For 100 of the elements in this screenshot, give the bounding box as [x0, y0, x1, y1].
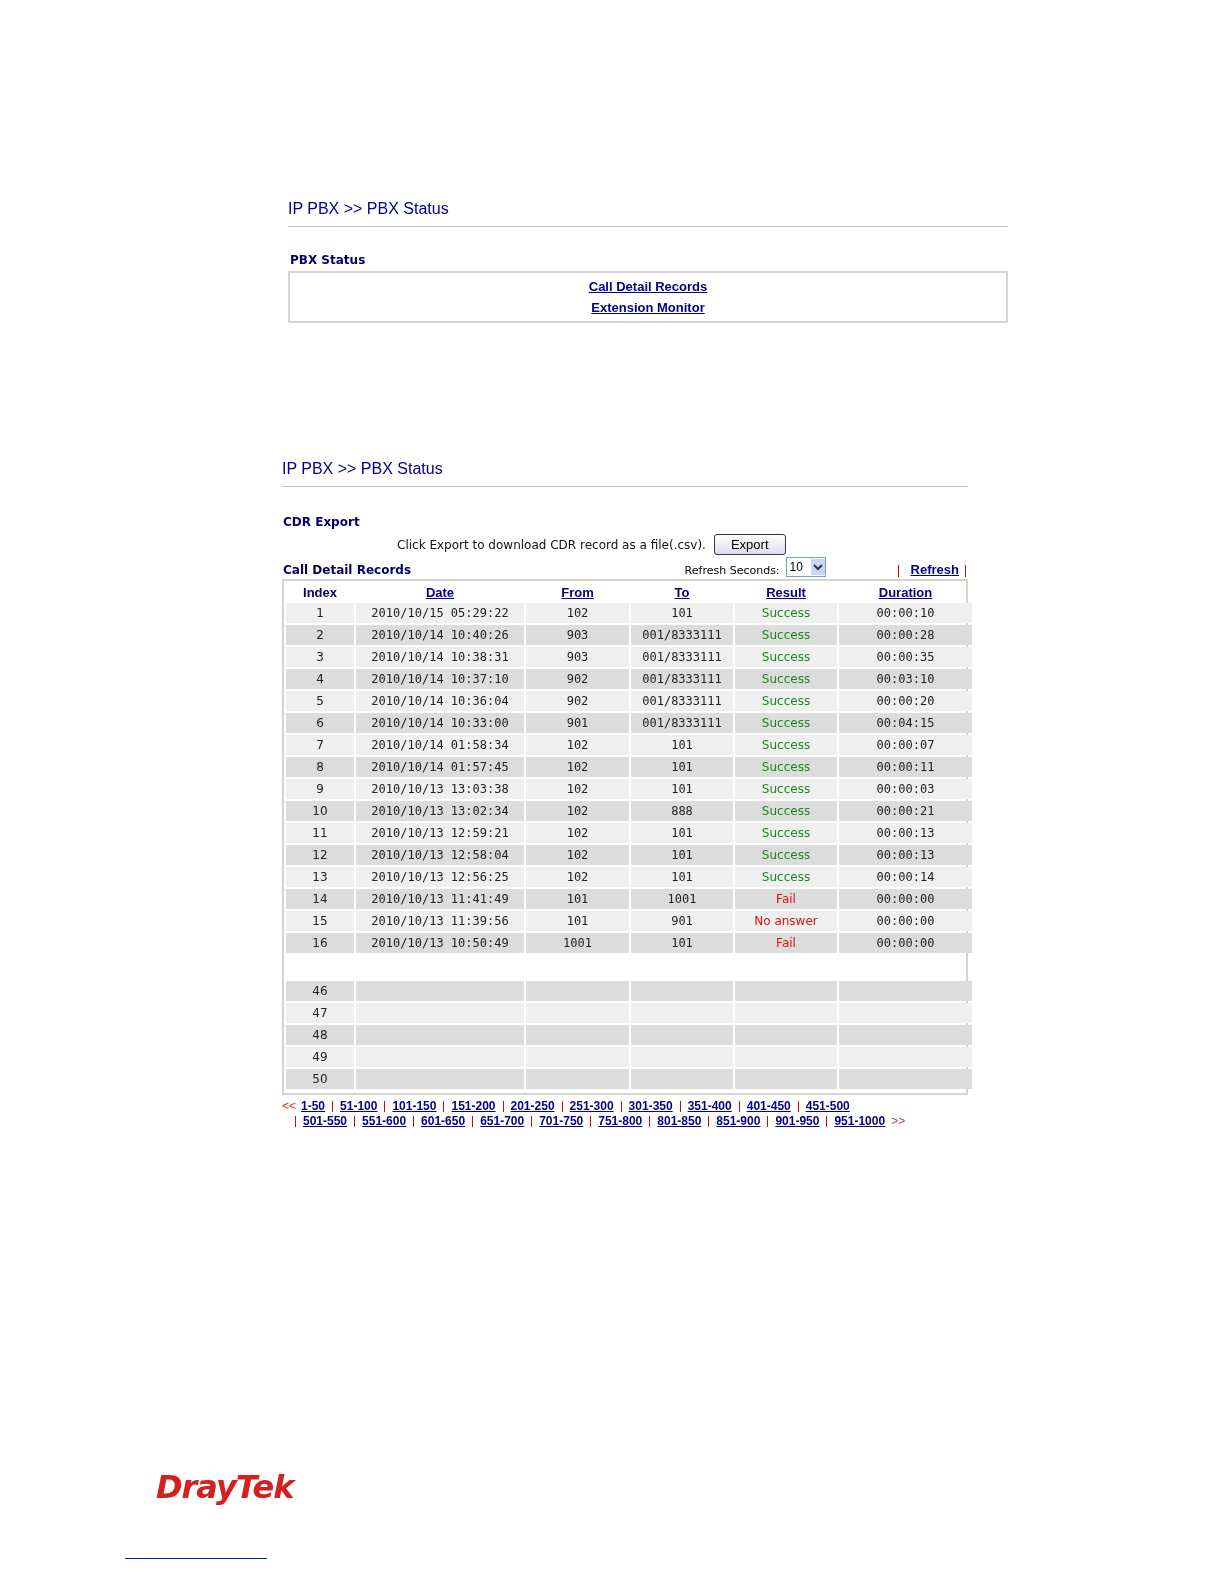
- index-cell: 2: [286, 625, 354, 645]
- page-link[interactable]: 551-600: [362, 1114, 407, 1129]
- index-cell: 47: [286, 1003, 354, 1023]
- to-cell: 101: [631, 823, 733, 843]
- index-cell: 16: [286, 933, 354, 953]
- result-cell: Success: [735, 757, 837, 777]
- page-link[interactable]: 101-150: [392, 1099, 437, 1114]
- page-link[interactable]: 801-850: [657, 1114, 702, 1129]
- page-link[interactable]: 951-1000: [834, 1114, 886, 1129]
- page-link[interactable]: 1-50: [301, 1099, 326, 1114]
- result-cell: Success: [735, 647, 837, 667]
- refresh-link[interactable]: Refresh: [910, 562, 959, 577]
- index-cell: 12: [286, 845, 354, 865]
- section-title: CDR Export: [283, 515, 361, 529]
- date-cell: 2010/10/13 12:58:04: [356, 845, 524, 865]
- index-cell: 7: [286, 735, 354, 755]
- result-cell: Success: [735, 713, 837, 733]
- duration-cell: 00:00:35: [839, 647, 972, 667]
- index-cell: 11: [286, 823, 354, 843]
- date-cell: 2010/10/14 01:58:34: [356, 735, 524, 755]
- page-link[interactable]: 401-450: [746, 1099, 791, 1114]
- page-title: IP PBX >> PBX Status: [282, 460, 968, 487]
- previous-link[interactable]: <<: [282, 1099, 296, 1114]
- page-link[interactable]: 301-350: [628, 1099, 673, 1114]
- page-link[interactable]: 51-100: [340, 1099, 378, 1114]
- date-cell: 2010/10/14 01:57:45: [356, 757, 524, 777]
- duration-cell: 00:00:00: [839, 911, 972, 931]
- index-cell: 8: [286, 757, 354, 777]
- duration-cell: 00:00:13: [839, 845, 972, 865]
- column-header[interactable]: To: [674, 585, 690, 600]
- page-link[interactable]: 901-950: [775, 1114, 820, 1129]
- from-cell: 102: [526, 801, 629, 821]
- from-cell: 903: [526, 625, 629, 645]
- status-link[interactable]: Call Detail Records: [588, 279, 708, 294]
- column-header[interactable]: Duration: [878, 585, 933, 600]
- duration-cell: 00:04:15: [839, 713, 972, 733]
- index-cell: 4: [286, 669, 354, 689]
- next-link[interactable]: >>: [891, 1114, 906, 1129]
- page-link[interactable]: 151-200: [451, 1099, 496, 1114]
- result-cell: Success: [735, 669, 837, 689]
- duration-cell: 00:00:00: [839, 889, 972, 909]
- refresh-dropdown[interactable]: 10: [785, 557, 826, 577]
- brand-logo: DrayTek: [156, 1468, 294, 1506]
- page-link[interactable]: 851-900: [716, 1114, 761, 1129]
- column-header[interactable]: From: [561, 585, 594, 600]
- status-link[interactable]: Extension Monitor: [591, 300, 705, 315]
- page-link[interactable]: 701-750: [539, 1114, 584, 1129]
- result-cell: Fail: [735, 933, 837, 953]
- index-cell: 6: [286, 713, 354, 733]
- page-link[interactable]: 351-400: [687, 1099, 732, 1114]
- date-cell: 2010/10/13 12:59:21: [356, 823, 524, 843]
- date-cell: 2010/10/14 10:33:00: [356, 713, 524, 733]
- duration-cell: 00:00:11: [839, 757, 972, 777]
- date-cell: 2010/10/15 05:29:22: [356, 603, 524, 623]
- result-cell: Success: [735, 603, 837, 623]
- duration-cell: 00:00:20: [839, 691, 972, 711]
- result-cell: Success: [735, 691, 837, 711]
- page-link[interactable]: 601-650: [421, 1114, 466, 1129]
- duration-cell: 00:00:00: [839, 933, 972, 953]
- from-cell: 101: [526, 911, 629, 931]
- to-cell: 101: [631, 867, 733, 887]
- caret-icon: [810, 559, 825, 575]
- index-cell: 13: [286, 867, 354, 887]
- index-cell: 48: [286, 1025, 354, 1045]
- date-cell: 2010/10/14 10:38:31: [356, 647, 524, 667]
- duration-cell: 00:00:14: [839, 867, 972, 887]
- duration-cell: 00:00:07: [839, 735, 972, 755]
- page-link[interactable]: 651-700: [480, 1114, 525, 1129]
- section-title: PBX Status: [290, 253, 367, 267]
- date-cell: 2010/10/13 13:02:34: [356, 801, 524, 821]
- export-button[interactable]: Export: [713, 534, 786, 555]
- index-cell: 15: [286, 911, 354, 931]
- page-link[interactable]: 451-500: [805, 1099, 850, 1114]
- index-cell: 49: [286, 1047, 354, 1067]
- from-cell: 102: [526, 867, 629, 887]
- duration-cell: 00:00:13: [839, 823, 972, 843]
- duration-cell: 00:03:10: [839, 669, 972, 689]
- date-cell: 2010/10/13 11:39:56: [356, 911, 524, 931]
- column-header[interactable]: Result: [766, 585, 806, 600]
- refresh-label: Refresh Seconds:: [684, 564, 780, 577]
- page-link[interactable]: 251-300: [569, 1099, 614, 1114]
- date-cell: 2010/10/14 10:40:26: [356, 625, 524, 645]
- duration-cell: 00:00:21: [839, 801, 972, 821]
- to-cell: 101: [631, 735, 733, 755]
- result-cell: Success: [735, 845, 837, 865]
- to-cell: 101: [631, 757, 733, 777]
- page-link[interactable]: 751-800: [598, 1114, 643, 1129]
- page-link[interactable]: 201-250: [510, 1099, 555, 1114]
- result-cell: No answer: [735, 911, 837, 931]
- index-cell: 3: [286, 647, 354, 667]
- page-link[interactable]: 501-550: [303, 1114, 348, 1129]
- to-cell: 001/8333111: [631, 647, 733, 667]
- date-cell: 2010/10/13 11:41:49: [356, 889, 524, 909]
- date-cell: 2010/10/13 12:56:25: [356, 867, 524, 887]
- to-cell: 101: [631, 933, 733, 953]
- duration-cell: 00:00:10: [839, 603, 972, 623]
- to-cell: 101: [631, 779, 733, 799]
- from-cell: 902: [526, 669, 629, 689]
- column-header[interactable]: Date: [425, 585, 455, 600]
- from-cell: 902: [526, 691, 629, 711]
